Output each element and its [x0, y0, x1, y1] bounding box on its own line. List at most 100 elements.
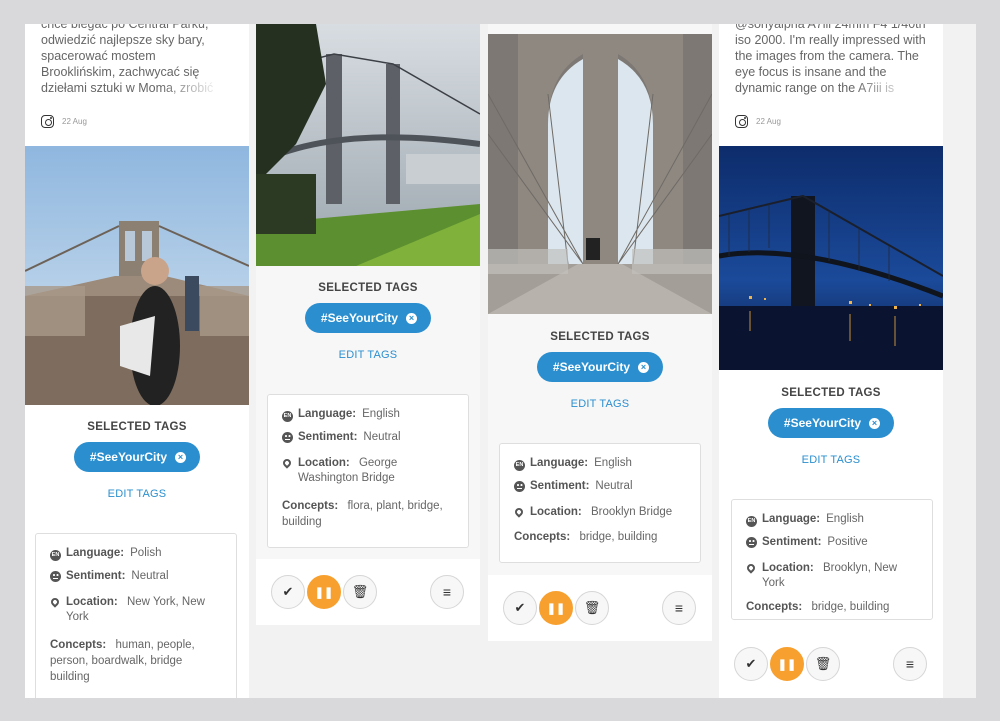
sentiment-label: Sentiment: — [530, 480, 590, 492]
language-icon: EN — [514, 460, 525, 471]
edit-tags-link[interactable]: EDIT TAGS — [719, 454, 943, 466]
sentiment-icon — [514, 481, 525, 492]
language-icon: EN — [282, 411, 293, 422]
tag-label: #SeeYourCity — [89, 450, 168, 464]
approve-button[interactable]: ✔ — [734, 647, 768, 681]
post-info-card: EN Language: English Sentiment: Neutral … — [267, 394, 469, 548]
sentiment-label: Sentiment: — [298, 431, 358, 443]
language-row: EN Language: English — [746, 512, 918, 527]
location-row: Location: George Washington Bridge — [281, 456, 454, 486]
tag-label: #SeeYourCity — [552, 360, 631, 374]
location-pin-icon — [513, 506, 525, 518]
language-label: Language: — [298, 408, 357, 420]
tag-pill[interactable]: #SeeYourCity × — [73, 442, 201, 472]
location-pin-icon — [49, 596, 61, 608]
language-icon: EN — [50, 550, 61, 561]
selected-tags-section: SELECTED TAGS #SeeYourCity × EDIT TAGS — [488, 331, 712, 410]
post-photo[interactable] — [25, 146, 249, 405]
pause-button[interactable]: ❚❚ — [770, 647, 804, 681]
selected-tags-title: SELECTED TAGS — [781, 387, 881, 399]
pause-button[interactable]: ❚❚ — [539, 591, 573, 625]
location-label: Location: — [530, 506, 582, 518]
menu-button[interactable]: ≡ — [430, 575, 464, 609]
sentiment-label: Sentiment: — [66, 570, 126, 582]
moderation-actions: ✔ ❚❚ 🗑 ≡ — [719, 631, 943, 697]
delete-button[interactable]: 🗑 — [343, 575, 377, 609]
post-caption: @sonyalpha A7iii 24mm F4 1/40th iso 2000… — [719, 24, 943, 98]
sentiment-icon — [746, 537, 757, 548]
sentiment-row: Sentiment: Positive — [746, 535, 918, 553]
moderation-feed: chce biegać po Central Parku, odwiedzić … — [25, 24, 976, 698]
post-photo[interactable] — [719, 146, 943, 370]
pause-button[interactable]: ❚❚ — [307, 575, 341, 609]
remove-tag-icon[interactable]: × — [638, 361, 650, 373]
sentiment-icon — [50, 571, 61, 582]
selected-tags-title: SELECTED TAGS — [318, 282, 418, 294]
post-info-card: EN Language: English Sentiment: Neutral … — [499, 443, 701, 563]
post-date: 22 Aug — [62, 117, 87, 126]
selected-tags-title: SELECTED TAGS — [87, 421, 187, 433]
location-pin-icon — [281, 457, 293, 469]
language-label: Language: — [66, 547, 125, 559]
instagram-icon[interactable] — [41, 115, 54, 128]
selected-tags-section: SELECTED TAGS #SeeYourCity × EDIT TAGS — [25, 421, 249, 500]
post-meta: 22 Aug — [25, 115, 103, 128]
delete-button[interactable]: 🗑 — [806, 647, 840, 681]
sentiment-value: Neutral — [595, 480, 633, 492]
sentiment-value: Positive — [827, 536, 868, 548]
menu-button[interactable]: ≡ — [662, 591, 696, 625]
location-value: Brooklyn Bridge — [590, 506, 673, 518]
tag-pill[interactable]: #SeeYourCity × — [304, 303, 432, 333]
edit-tags-link[interactable]: EDIT TAGS — [488, 398, 712, 410]
remove-tag-icon[interactable]: × — [406, 312, 418, 324]
sentiment-row: Sentiment: Neutral — [514, 479, 686, 497]
post-meta: 22 Aug — [719, 115, 797, 128]
tag-label: #SeeYourCity — [320, 311, 399, 325]
tag-pill[interactable]: #SeeYourCity × — [536, 352, 664, 382]
language-value: English — [362, 408, 400, 420]
language-value: English — [594, 457, 632, 469]
tag-pill[interactable]: #SeeYourCity × — [767, 408, 895, 438]
language-row: EN Language: English — [282, 407, 454, 422]
selected-tags-title: SELECTED TAGS — [550, 331, 650, 343]
sentiment-icon — [282, 432, 293, 443]
location-label: Location: — [298, 457, 350, 469]
location-pin-icon — [745, 562, 757, 574]
edit-tags-link[interactable]: EDIT TAGS — [256, 349, 480, 361]
post-card-2: SELECTED TAGS #SeeYourCity × EDIT TAGS E… — [256, 24, 480, 625]
tag-label: #SeeYourCity — [783, 416, 862, 430]
language-label: Language: — [762, 513, 821, 525]
selected-tags-section: SELECTED TAGS #SeeYourCity × EDIT TAGS — [256, 282, 480, 361]
post-card-4: @sonyalpha A7iii 24mm F4 1/40th iso 2000… — [719, 24, 943, 698]
post-photo[interactable] — [256, 24, 480, 266]
sentiment-label: Sentiment: — [762, 536, 822, 548]
sentiment-row: Sentiment: Neutral — [50, 569, 222, 587]
language-row: EN Language: English — [514, 456, 686, 471]
concepts-label: Concepts: — [746, 601, 803, 613]
concepts-row: Concepts: bridge, building — [746, 599, 918, 615]
sentiment-row: Sentiment: Neutral — [282, 430, 454, 448]
sentiment-value: Neutral — [131, 570, 169, 582]
concepts-value: bridge, building — [811, 601, 890, 613]
concepts-label: Concepts: — [282, 500, 339, 512]
approve-button[interactable]: ✔ — [503, 591, 537, 625]
language-value: English — [826, 513, 864, 525]
location-label: Location: — [66, 596, 118, 608]
post-caption: chce biegać po Central Parku, odwiedzić … — [25, 24, 249, 98]
remove-tag-icon[interactable]: × — [869, 417, 881, 429]
menu-button[interactable]: ≡ — [893, 647, 927, 681]
post-photo[interactable] — [488, 34, 712, 314]
instagram-icon[interactable] — [735, 115, 748, 128]
delete-button[interactable]: 🗑 — [575, 591, 609, 625]
language-row: EN Language: Polish — [50, 546, 222, 561]
moderation-actions: ✔ ❚❚ 🗑 ≡ — [488, 575, 712, 641]
post-date: 22 Aug — [756, 117, 781, 126]
post-info-card: EN Language: English Sentiment: Positive… — [731, 499, 933, 620]
remove-tag-icon[interactable]: × — [175, 451, 187, 463]
location-label: Location: — [762, 562, 814, 574]
post-info-card: EN Language: Polish Sentiment: Neutral L… — [35, 533, 237, 698]
edit-tags-link[interactable]: EDIT TAGS — [25, 488, 249, 500]
approve-button[interactable]: ✔ — [271, 575, 305, 609]
language-label: Language: — [530, 457, 589, 469]
language-value: Polish — [130, 547, 162, 559]
